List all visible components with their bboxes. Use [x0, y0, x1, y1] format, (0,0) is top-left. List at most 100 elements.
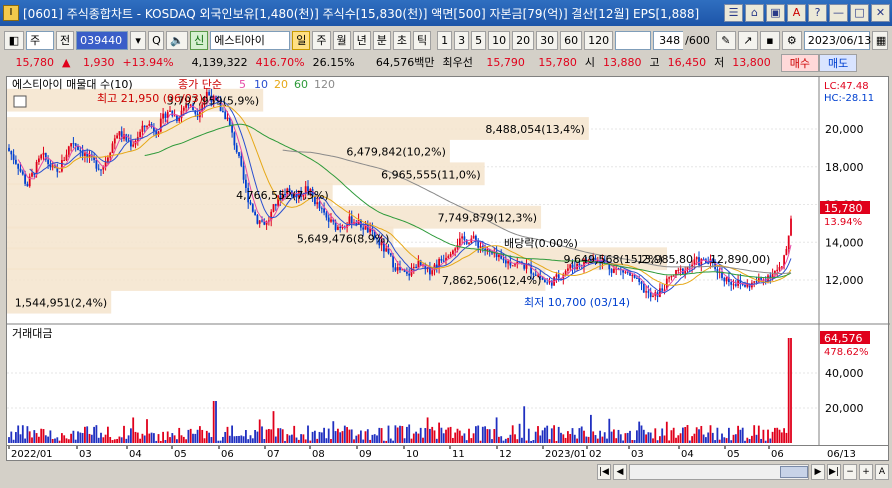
volume-bar	[314, 430, 316, 443]
volume-bar	[159, 440, 162, 443]
candle-body	[65, 154, 68, 161]
buy-button[interactable]: 매수	[780, 54, 820, 72]
window-icon[interactable]: ▣	[766, 4, 785, 22]
candle-body	[256, 215, 259, 224]
volume-bar	[548, 439, 551, 443]
volume-bar	[343, 425, 346, 443]
panel-toggle-icon[interactable]: ◧	[4, 30, 24, 50]
candle-body	[507, 261, 509, 264]
period-second[interactable]: 초	[392, 30, 411, 50]
minute-60[interactable]: 60	[560, 30, 583, 50]
period-day[interactable]: 일	[292, 30, 311, 50]
volume-bar	[219, 440, 222, 443]
volume-bar	[162, 431, 164, 443]
volume-bar	[88, 433, 91, 443]
scroll-last-icon[interactable]: ▶|	[827, 464, 841, 480]
volume-bar	[74, 439, 77, 443]
draw-tool-icon[interactable]: ✎	[715, 30, 736, 50]
zoom-in-icon[interactable]: +	[859, 464, 873, 480]
settings-icon[interactable]: ⚙	[781, 30, 802, 50]
close-button[interactable]: ✕	[871, 4, 890, 22]
ma-label: 종가 단순	[178, 78, 222, 91]
sell-button[interactable]: 매도	[819, 54, 858, 72]
candle-body	[141, 125, 144, 132]
last-date: 06/13	[827, 449, 856, 460]
volume-bar	[585, 436, 588, 443]
volume-bar	[19, 434, 22, 443]
volume-bar	[58, 440, 61, 443]
period-month[interactable]: 월	[332, 30, 351, 50]
volume-bar	[557, 426, 560, 443]
calendar-icon[interactable]: ▦	[871, 30, 888, 50]
period-year[interactable]: 년	[352, 30, 371, 50]
x-tick-label: 10	[406, 449, 419, 460]
scroll-track[interactable]	[629, 464, 809, 480]
volume-bar	[199, 426, 201, 443]
volume-bar	[249, 435, 252, 443]
maximize-button[interactable]: □	[850, 4, 869, 22]
menu-icon[interactable]: ☰	[724, 4, 743, 22]
home-icon[interactable]: ⌂	[745, 4, 764, 22]
minimize-button[interactable]: —	[829, 4, 848, 22]
period-all-button[interactable]: 전	[56, 30, 75, 50]
minute-10[interactable]: 10	[488, 30, 511, 50]
candle-body	[58, 171, 61, 173]
volume-bar	[702, 434, 705, 443]
date-input[interactable]: 2023/06/13	[803, 30, 871, 50]
open-label: 시	[584, 56, 596, 69]
market-select[interactable]: 주	[26, 30, 54, 50]
count-input[interactable]: 348	[653, 30, 684, 50]
volume-bar	[599, 430, 601, 443]
zoom-out-icon[interactable]: −	[843, 464, 857, 480]
candle-body	[116, 135, 118, 139]
minute-1[interactable]: 1	[437, 30, 453, 50]
volume-bar	[242, 436, 245, 443]
period-week[interactable]: 주	[312, 30, 331, 50]
candle-body	[523, 264, 526, 269]
stock-code-input[interactable]: 039440	[76, 30, 129, 50]
font-icon[interactable]: A	[787, 4, 806, 22]
chart-area[interactable]: 12,00014,00016,00018,00020,00020,00040,0…	[6, 76, 890, 447]
candle-body	[677, 270, 680, 272]
speaker-icon[interactable]: 🔈	[166, 30, 189, 50]
minute-3[interactable]: 3	[454, 30, 470, 50]
low-price: 13,800	[732, 56, 771, 69]
scrollbar[interactable]: |◀ ◀ ▶ ▶| − + A	[6, 462, 889, 482]
indicator-icon[interactable]: ↗	[737, 30, 758, 50]
scroll-first-icon[interactable]: |◀	[597, 464, 611, 480]
new-badge[interactable]: 신	[190, 30, 209, 50]
minute-20[interactable]: 20	[512, 30, 535, 50]
minute-30[interactable]: 30	[536, 30, 559, 50]
volume-bar	[265, 429, 268, 443]
scroll-thumb[interactable]	[780, 466, 808, 478]
minute-120[interactable]: 120	[584, 30, 614, 50]
scroll-left-icon[interactable]: ◀	[613, 464, 627, 480]
volume-bar	[125, 438, 128, 443]
candle-body	[408, 273, 411, 276]
candle-body	[454, 248, 457, 251]
volume-bar	[649, 432, 652, 443]
volume-bar	[654, 428, 657, 443]
minute-custom-input[interactable]	[615, 30, 652, 50]
candle-body	[240, 156, 243, 166]
code-search-icon[interactable]: ▾	[130, 30, 147, 50]
candle-body	[693, 259, 696, 265]
volume-bar	[636, 430, 638, 443]
font-size-icon[interactable]: A	[875, 464, 889, 480]
volume-bar	[410, 438, 413, 443]
volume-bar	[258, 419, 261, 443]
period-tick[interactable]: 틱	[413, 30, 432, 50]
scroll-right-icon[interactable]: ▶	[811, 464, 825, 480]
save-icon[interactable]: ▪	[759, 30, 780, 50]
help-icon[interactable]: ?	[808, 4, 827, 22]
volume-bar	[171, 433, 174, 443]
price-chart[interactable]: 12,00014,00016,00018,00020,00020,00040,0…	[7, 77, 890, 447]
minute-5[interactable]: 5	[471, 30, 487, 50]
grid-toggle-icon[interactable]	[13, 95, 27, 108]
volume-bar	[245, 430, 247, 443]
stock-search-icon[interactable]: Q	[148, 30, 165, 50]
candle-body	[633, 275, 636, 278]
period-minute[interactable]: 분	[372, 30, 391, 50]
volume-bar	[297, 439, 300, 443]
volume-bar	[454, 432, 457, 443]
